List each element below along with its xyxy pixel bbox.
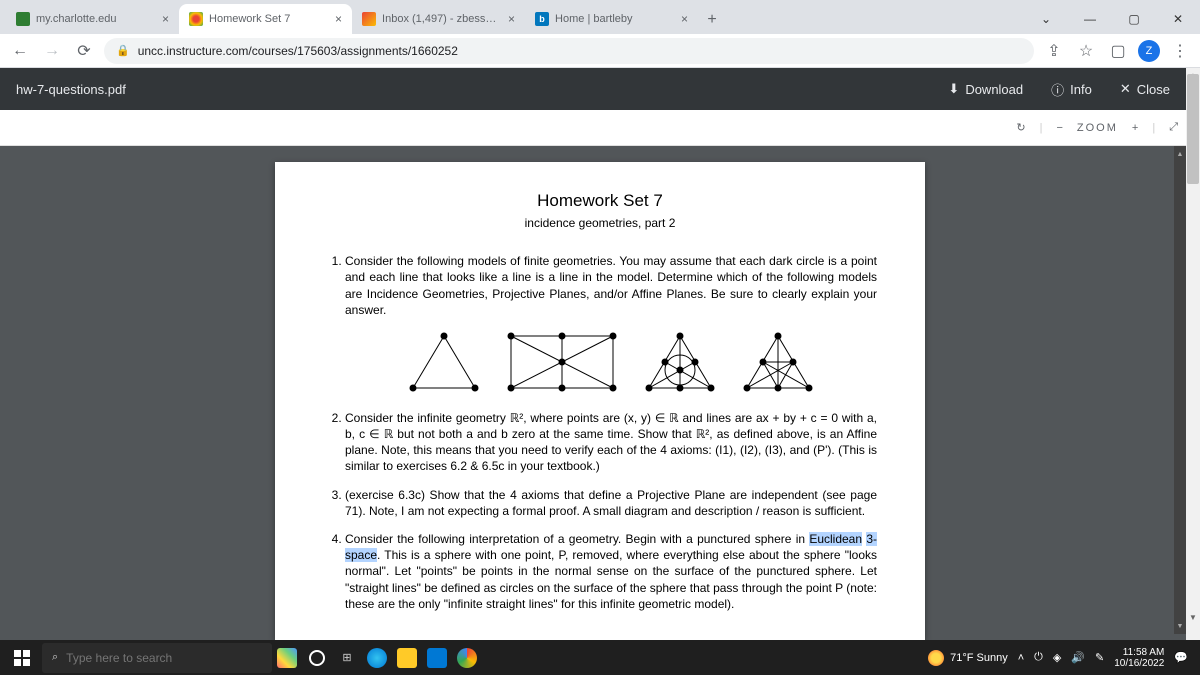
minimize-button[interactable]: —: [1068, 4, 1112, 34]
close-icon[interactable]: ×: [681, 12, 688, 26]
pdf-page: Homework Set 7 incidence geometries, par…: [275, 162, 925, 640]
reload-button[interactable]: ⟳: [72, 39, 96, 63]
battery-icon[interactable]: ⏻: [1034, 651, 1043, 664]
figure-triangle: [409, 332, 479, 392]
share-icon[interactable]: ⇪: [1042, 39, 1066, 63]
highlight: Euclidean: [809, 532, 862, 546]
fullscreen-icon[interactable]: ⤢: [1169, 121, 1178, 134]
figure-fano: [645, 332, 715, 392]
favicon: [362, 12, 376, 26]
zoom-label: ZOOM: [1077, 122, 1118, 134]
figure-bowtie: [507, 332, 617, 392]
favicon: b: [535, 12, 549, 26]
language-icon[interactable]: ✎: [1095, 651, 1104, 664]
tab-title: Homework Set 7: [209, 13, 329, 25]
reading-list-icon[interactable]: ▢: [1106, 39, 1130, 63]
window-close-button[interactable]: ✕: [1156, 4, 1200, 34]
start-button[interactable]: [4, 643, 40, 673]
profile-avatar[interactable]: Z: [1138, 40, 1160, 62]
favicon: [16, 12, 30, 26]
doc-title: Homework Set 7: [323, 190, 877, 213]
cortana-icon[interactable]: [302, 643, 332, 673]
zoom-in-button[interactable]: +: [1132, 122, 1138, 134]
scroll-down-icon[interactable]: ▼: [1186, 610, 1200, 624]
task-view-icon[interactable]: ⊞: [332, 643, 362, 673]
close-icon[interactable]: ×: [162, 12, 169, 26]
close-button[interactable]: ✕Close: [1106, 68, 1184, 110]
browser-tab[interactable]: my.charlotte.edu ×: [6, 4, 179, 34]
search-icon: ⌕: [52, 651, 58, 664]
chevron-down-icon[interactable]: ⌄: [1024, 4, 1068, 34]
edge-icon[interactable]: [362, 643, 392, 673]
close-icon[interactable]: ×: [508, 12, 515, 26]
wifi-icon[interactable]: ◈: [1053, 651, 1061, 664]
address-bar[interactable]: 🔒 uncc.instructure.com/courses/175603/as…: [104, 38, 1034, 64]
close-icon: ✕: [1120, 81, 1131, 97]
maximize-button[interactable]: ▢: [1112, 4, 1156, 34]
download-button[interactable]: ⬇Download: [934, 68, 1037, 110]
browser-tab[interactable]: b Home | bartleby ×: [525, 4, 698, 34]
forward-button[interactable]: →: [40, 39, 64, 63]
windows-icon: [14, 650, 30, 666]
store-icon[interactable]: [422, 643, 452, 673]
scrollbar-thumb[interactable]: [1187, 74, 1199, 184]
browser-tab[interactable]: Homework Set 7 ×: [179, 4, 352, 34]
tray-chevron-icon[interactable]: ˄: [1018, 652, 1024, 664]
tab-title: Home | bartleby: [555, 13, 675, 25]
system-tray: 71°F Sunny ˄ ⏻ ◈ 🔊 ✎ 11:58 AM 10/16/2022…: [928, 647, 1196, 669]
bookmark-icon[interactable]: ☆: [1074, 39, 1098, 63]
scroll-up-icon[interactable]: ▲: [1174, 148, 1186, 160]
download-icon: ⬇: [948, 81, 959, 97]
menu-icon[interactable]: ⋮: [1168, 39, 1192, 63]
question-1: Consider the following models of finite …: [345, 253, 877, 392]
tab-title: my.charlotte.edu: [36, 13, 156, 25]
question-3: (exercise 6.3c) Show that the 4 axioms t…: [345, 487, 877, 519]
pdf-canvas[interactable]: Homework Set 7 incidence geometries, par…: [0, 146, 1200, 640]
sun-icon: [928, 650, 944, 666]
explorer-icon[interactable]: [392, 643, 422, 673]
pdf-scrollbar[interactable]: ▲ ▼: [1174, 146, 1186, 634]
doc-subtitle: incidence geometries, part 2: [323, 215, 877, 231]
search-input[interactable]: [66, 651, 262, 665]
browser-toolbar: ← → ⟳ 🔒 uncc.instructure.com/courses/175…: [0, 34, 1200, 68]
taskbar-search[interactable]: ⌕: [42, 643, 272, 673]
taskbar-clock[interactable]: 11:58 AM 10/16/2022: [1114, 647, 1164, 669]
zoom-out-button[interactable]: −: [1056, 122, 1062, 134]
favicon: [189, 12, 203, 26]
question-2: Consider the infinite geometry ℝ², where…: [345, 410, 877, 475]
pdf-header: hw-7-questions.pdf ⬇Download ⓘInfo ✕Clos…: [0, 68, 1200, 110]
figure-triangle-mid: [743, 332, 813, 392]
weather-widget[interactable]: 71°F Sunny: [928, 650, 1008, 666]
pdf-toolbar: ↻ | − ZOOM + | ⤢: [0, 110, 1200, 146]
page-scrollbar[interactable]: ▲ ▼: [1186, 68, 1200, 640]
info-button[interactable]: ⓘInfo: [1037, 68, 1106, 110]
tab-title: Inbox (1,497) - zbessant@uncc.e: [382, 13, 502, 25]
new-tab-button[interactable]: +: [698, 6, 726, 34]
chrome-icon[interactable]: [452, 643, 482, 673]
windows-taskbar: ⌕ ⊞ 71°F Sunny ˄ ⏻ ◈ 🔊 ✎ 11:58 AM 10/16/…: [0, 640, 1200, 675]
taskbar-news-icon[interactable]: [272, 643, 302, 673]
notifications-icon[interactable]: 💬: [1174, 651, 1188, 664]
lock-icon: 🔒: [116, 44, 130, 57]
rotate-icon[interactable]: ↻: [1016, 121, 1025, 134]
back-button[interactable]: ←: [8, 39, 32, 63]
info-icon: ⓘ: [1051, 80, 1064, 99]
browser-tab-strip: my.charlotte.edu × Homework Set 7 × Inbo…: [0, 0, 1200, 34]
figure-row: [345, 332, 877, 392]
pdf-filename: hw-7-questions.pdf: [16, 82, 934, 97]
close-icon[interactable]: ×: [335, 12, 342, 26]
url-text: uncc.instructure.com/courses/175603/assi…: [138, 44, 458, 58]
pdf-viewer: hw-7-questions.pdf ⬇Download ⓘInfo ✕Clos…: [0, 68, 1200, 640]
scroll-down-icon[interactable]: ▼: [1174, 620, 1186, 632]
question-4: Consider the following interpretation of…: [345, 531, 877, 612]
browser-tab[interactable]: Inbox (1,497) - zbessant@uncc.e ×: [352, 4, 525, 34]
volume-icon[interactable]: 🔊: [1071, 651, 1085, 664]
